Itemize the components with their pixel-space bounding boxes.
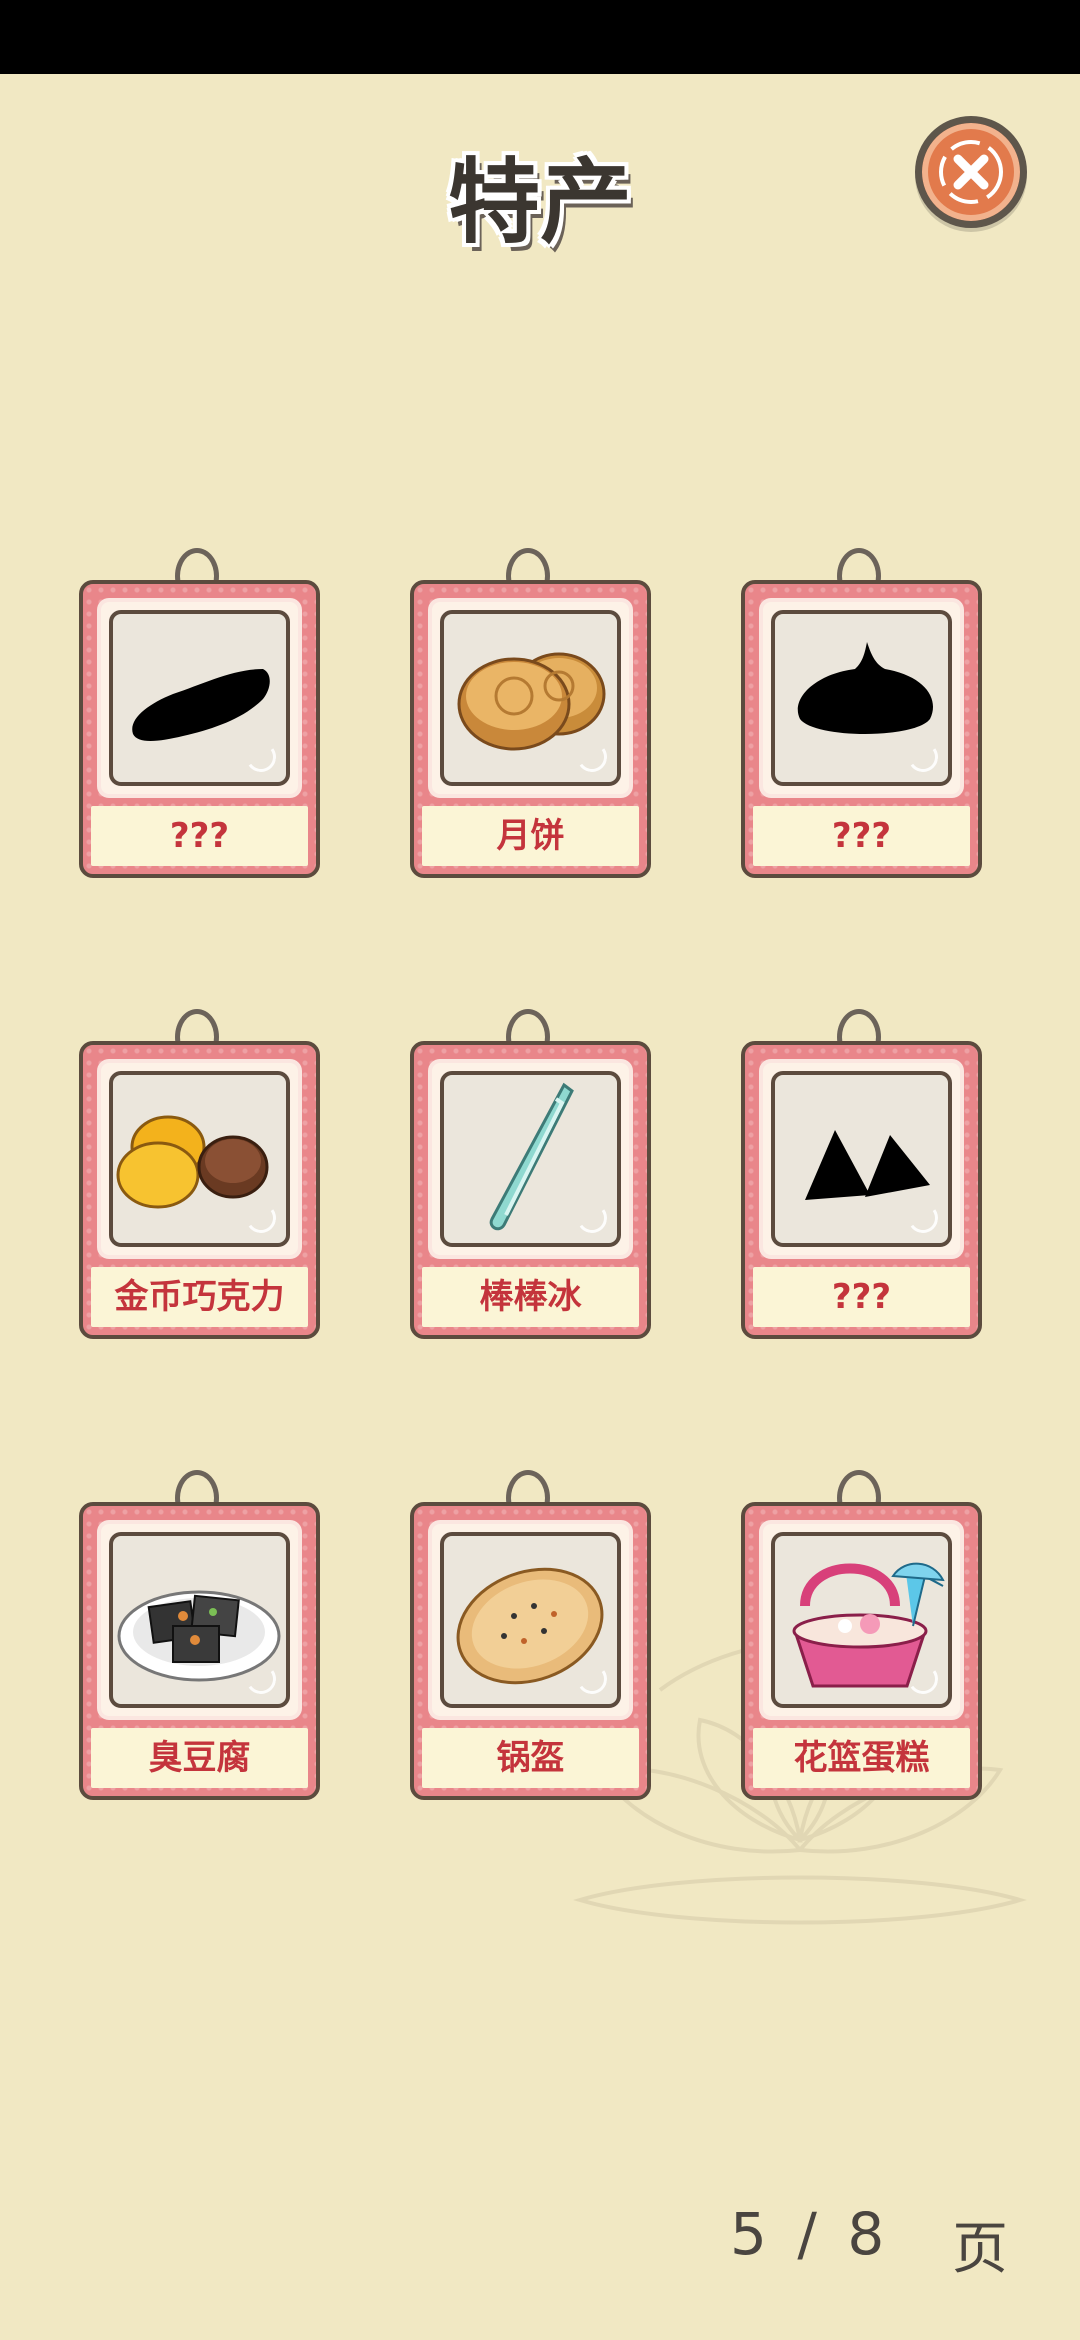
card-label: 月饼 [422, 806, 639, 866]
card-item[interactable]: 月饼 [410, 548, 651, 878]
card-image [109, 610, 290, 786]
card-label: 金币巧克力 [91, 1267, 308, 1327]
card-image [440, 610, 621, 786]
total-pages: 8 [847, 2200, 891, 2268]
card-item[interactable]: 棒棒冰 [410, 1009, 651, 1339]
card-label: ??? [91, 806, 308, 866]
card-image [440, 1071, 621, 1247]
card-item[interactable]: 金币巧克力 [79, 1009, 320, 1339]
page-separator: / [797, 2200, 823, 2268]
card-image [771, 1532, 952, 1708]
card-image [771, 1071, 952, 1247]
card-body: 金币巧克力 [79, 1041, 320, 1339]
card-body: 棒棒冰 [410, 1041, 651, 1339]
card-label: 棒棒冰 [422, 1267, 639, 1327]
card-item[interactable]: ??? [79, 548, 320, 878]
card-body: 臭豆腐 [79, 1502, 320, 1800]
card-image [440, 1532, 621, 1708]
card-label: 臭豆腐 [91, 1728, 308, 1788]
card-item[interactable]: ??? [741, 1009, 982, 1339]
current-page: 5 [730, 2200, 773, 2268]
card-body: 花篮蛋糕 [741, 1502, 982, 1800]
card-body: ??? [741, 580, 982, 878]
card-item[interactable]: 臭豆腐 [79, 1470, 320, 1800]
page-unit-label: 页 [952, 2217, 1008, 2282]
page-indicator: 5 / 8 [730, 2200, 890, 2268]
card-image [109, 1071, 290, 1247]
card-body: ??? [79, 580, 320, 878]
card-body: 月饼 [410, 580, 651, 878]
card-image [109, 1532, 290, 1708]
card-image [771, 610, 952, 786]
specialty-grid: ??? 月饼 ??? 金币巧克力 棒棒冰 ??? 臭豆腐 锅盔 花篮蛋糕 [0, 0, 1080, 2340]
card-label: ??? [753, 1267, 970, 1327]
card-item[interactable]: ??? [741, 548, 982, 878]
card-body: 锅盔 [410, 1502, 651, 1800]
card-label: 花篮蛋糕 [753, 1728, 970, 1788]
card-label: 锅盔 [422, 1728, 639, 1788]
card-label: ??? [753, 806, 970, 866]
card-item[interactable]: 锅盔 [410, 1470, 651, 1800]
card-body: ??? [741, 1041, 982, 1339]
card-item[interactable]: 花篮蛋糕 [741, 1470, 982, 1800]
